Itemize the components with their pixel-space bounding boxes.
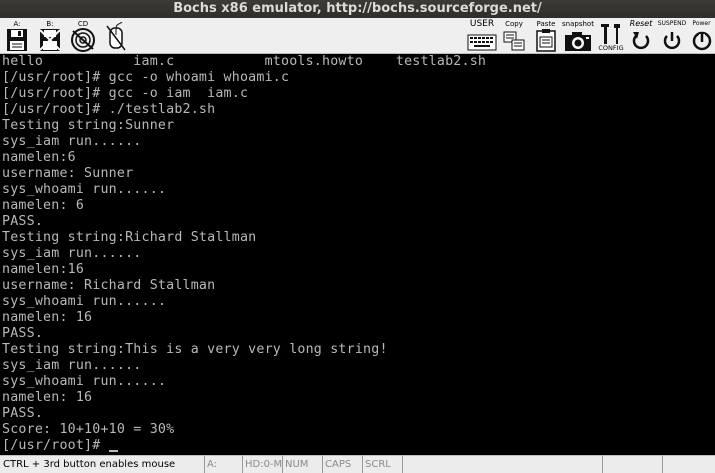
- reset-button[interactable]: Reset: [626, 20, 656, 52]
- paste-label: Paste: [536, 20, 556, 28]
- reset-arrow-icon: [632, 32, 650, 50]
- terminal-line: namelen: 16: [2, 310, 93, 325]
- cdrom-button[interactable]: CD: [68, 20, 98, 52]
- status-caps-lock: CAPS: [322, 456, 362, 473]
- status-drive-a: A:: [204, 456, 242, 473]
- terminal-line: Testing string:This is a very very long …: [2, 342, 388, 357]
- mouse-disabled-icon: [106, 22, 126, 51]
- terminal-line: PASS.: [2, 326, 44, 341]
- mouse-capture-button[interactable]: [102, 20, 130, 52]
- user-button[interactable]: USER: [466, 20, 498, 52]
- paste-button[interactable]: Paste: [532, 20, 560, 52]
- terminal-line: PASS.: [2, 214, 44, 229]
- power-button[interactable]: Power: [688, 20, 715, 52]
- status-bar: CTRL + 3rd button enables mouse A: HD:0-…: [0, 455, 715, 473]
- terminal-line: username: Richard Stallman: [2, 278, 216, 293]
- copy-icon: [503, 31, 525, 51]
- status-empty-1: [402, 456, 602, 473]
- floppy-disk-disabled-icon: [39, 29, 61, 51]
- config-button[interactable]: CONFIG: [596, 20, 626, 52]
- config-label: CONFIG: [598, 44, 624, 52]
- toolbar: A: B: CD USER Copy Paste snapshot CONFIG…: [0, 18, 715, 54]
- terminal-line: sys_iam run......: [2, 358, 142, 373]
- terminal-line: hello iam.c mtools.howto testlab2.sh: [2, 54, 487, 69]
- floppy-b-label: B:: [46, 20, 54, 28]
- keyboard-icon: [467, 34, 497, 51]
- cdrom-disabled-icon: [71, 28, 95, 52]
- floppy-a-button[interactable]: A:: [4, 20, 30, 52]
- suspend-button[interactable]: SUSPEND: [656, 20, 688, 52]
- power-label: Power: [692, 20, 711, 27]
- suspend-label: SUSPEND: [657, 20, 687, 27]
- terminal-line: PASS.: [2, 406, 44, 421]
- camera-icon: [565, 32, 591, 51]
- tools-icon: [601, 24, 620, 44]
- terminal-line: sys_iam run......: [2, 246, 142, 261]
- snapshot-label: snapshot: [562, 20, 594, 28]
- terminal-line: Testing string:Sunner: [2, 118, 175, 133]
- paste-icon: [536, 29, 556, 52]
- power-icon: [692, 31, 711, 51]
- floppy-a-label: A:: [13, 20, 21, 28]
- floppy-disk-icon: [7, 29, 27, 51]
- terminal-line: [/usr/root]# gcc -o whoami whoami.c: [2, 70, 290, 85]
- user-label: USER: [469, 19, 495, 29]
- terminal-line: namelen: 16: [2, 390, 93, 405]
- terminal-line: Testing string:Richard Stallman: [2, 230, 257, 245]
- terminal-line: sys_whoami run......: [2, 374, 167, 389]
- status-empty-2: [602, 456, 662, 473]
- terminal-line: Score: 10+10+10 = 30%: [2, 422, 175, 437]
- floppy-b-button[interactable]: B:: [36, 20, 64, 52]
- status-scroll-lock: SCRL: [362, 456, 402, 473]
- terminal-line: namelen: 6: [2, 198, 85, 213]
- terminal-line: [/usr/root]# ./testlab2.sh: [2, 102, 216, 117]
- terminal-line: namelen:6: [2, 150, 76, 165]
- copy-label: Copy: [505, 20, 523, 28]
- copy-button[interactable]: Copy: [500, 20, 528, 52]
- terminal-screen[interactable]: hello iam.c mtools.howto testlab2.sh [/us…: [0, 54, 715, 455]
- snapshot-button[interactable]: snapshot: [560, 20, 596, 52]
- window-title: Bochs x86 emulator, http://bochs.sourcef…: [0, 0, 715, 18]
- status-drive-hd: HD:0-M: [242, 456, 282, 473]
- terminal-line: sys_whoami run......: [2, 182, 167, 197]
- mouse-hint: CTRL + 3rd button enables mouse: [3, 459, 176, 470]
- terminal-line: [/usr/root]# gcc -o iam iam.c: [2, 86, 249, 101]
- terminal-line: sys_whoami run......: [2, 294, 167, 309]
- terminal-line: username: Sunner: [2, 166, 134, 181]
- cdrom-label: CD: [77, 20, 89, 28]
- text-cursor: [108, 450, 118, 452]
- terminal-line: namelen:16: [2, 262, 85, 277]
- terminal-line: [/usr/root]#: [2, 438, 118, 454]
- status-num-lock: NUM: [282, 456, 322, 473]
- suspend-icon: [663, 32, 681, 50]
- reset-label: Reset: [629, 19, 653, 28]
- status-empty-3: [662, 456, 715, 473]
- terminal-line: sys_iam run......: [2, 134, 142, 149]
